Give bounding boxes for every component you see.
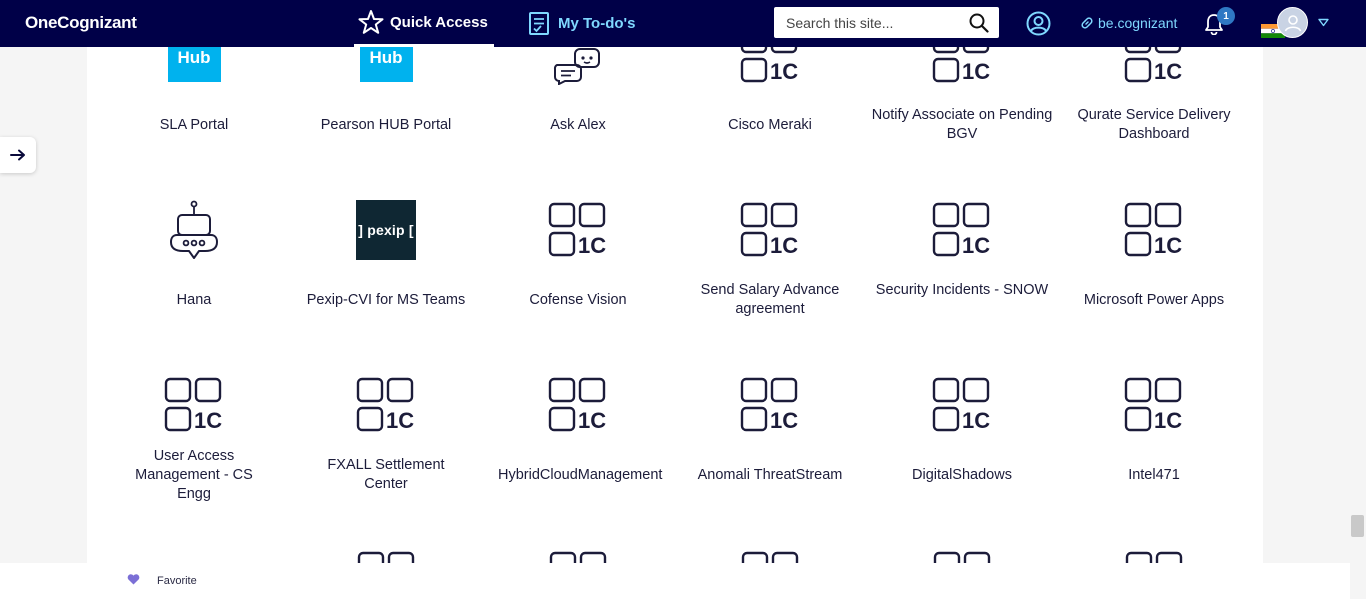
grid-icon-text: 1C: [962, 233, 990, 258]
favorite-label[interactable]: Favorite: [157, 575, 197, 587]
grid-icon-text: 1C: [1154, 408, 1182, 433]
vertical-scrollbar[interactable]: [1350, 47, 1366, 563]
grid-icon-text: 1C: [962, 59, 990, 84]
grid-icon-text: 1C: [1154, 233, 1182, 258]
app-grid-1c-icon: [1125, 551, 1183, 563]
grid-icon-text: 1C: [578, 408, 606, 433]
tile-label: DigitalShadows: [912, 467, 1012, 483]
hub-logo: Hub: [167, 42, 221, 82]
footer-bar: [0, 563, 1350, 599]
tab-my-todos-label: My To-do's: [558, 15, 636, 32]
grid-icon-text: 1C: [770, 233, 798, 258]
app-grid-1c-icon: [549, 551, 607, 563]
app-grid-1c-icon: 1C: [164, 377, 222, 433]
tile-label: Microsoft Power Apps: [1083, 292, 1225, 308]
tile-label: Notify Associate on Pending BGV: [871, 107, 1053, 142]
grid-icon-text: 1C: [578, 233, 606, 258]
app-grid-1c-icon: 1C: [356, 377, 414, 433]
tile-label: HybridCloudManagement: [498, 467, 663, 483]
tile-label: FXALL Settlement Center: [327, 457, 445, 492]
expand-sidebar-button[interactable]: [0, 137, 36, 173]
hub-logo: Hub: [359, 42, 413, 82]
checklist-icon: [529, 12, 549, 35]
tab-quick-access-label: Quick Access: [390, 13, 488, 31]
scrollbar-thumb[interactable]: [1351, 515, 1364, 537]
app-grid-1c-icon: 1C: [932, 377, 990, 433]
app-grid-1c-icon: 1C: [740, 202, 798, 258]
tile-label: Send Salary Advance agreement: [700, 282, 840, 317]
app-grid-1c-icon: [933, 551, 991, 563]
grid-icon-text: 1C: [770, 59, 798, 84]
app-grid-1c-icon: [357, 551, 415, 563]
top-navigation-bar: OneCognizant Quick Access My To-do's be.: [0, 0, 1366, 47]
tile-label: User Access Management - CS Engg: [135, 448, 253, 502]
tile-label: Pearson HUB Portal: [320, 117, 452, 133]
tile-label: Cisco Meraki: [728, 117, 812, 133]
tile-label: Ask Alex: [550, 117, 606, 133]
search-input[interactable]: [786, 14, 969, 31]
search-icon[interactable]: [969, 13, 989, 33]
tab-quick-access[interactable]: Quick Access: [354, 0, 494, 47]
quick-access-panel: Hub SLA Portal Hub Pearson HUB Portal As…: [87, 0, 1263, 563]
tile-label: Security Incidents - SNOW: [875, 282, 1049, 298]
notification-count-badge: 1: [1217, 7, 1235, 25]
user-avatar[interactable]: [1277, 7, 1308, 38]
tile-label: Qurate Service Delivery Dashboard: [1077, 107, 1231, 142]
be-cognizant-label: be.cognizant: [1098, 15, 1178, 31]
tile-label: Cofense Vision: [529, 292, 627, 308]
tile-label: Pexip-CVI for MS Teams: [306, 292, 466, 308]
tile-label: Hana: [176, 292, 212, 308]
app-grid-1c-icon: 1C: [1124, 377, 1182, 433]
app-grid-1c-icon: [741, 551, 799, 563]
tab-my-todos[interactable]: My To-do's: [528, 0, 635, 47]
star-icon: [358, 10, 384, 34]
profile-search-icon[interactable]: [1026, 11, 1051, 36]
chatbot-icon: [553, 48, 600, 85]
grid-icon-text: 1C: [194, 408, 222, 433]
app-grid-1c-icon: 1C: [1124, 202, 1182, 258]
heart-icon[interactable]: [127, 574, 140, 585]
brand-logo[interactable]: OneCognizant: [25, 13, 137, 33]
tile-label: SLA Portal: [159, 117, 229, 133]
grid-icon-text: 1C: [386, 408, 414, 433]
grid-icon-text: 1C: [770, 408, 798, 433]
app-grid-1c-icon: 1C: [548, 377, 606, 433]
app-grid-1c-icon: 1C: [548, 202, 606, 258]
grid-icon-text: 1C: [962, 408, 990, 433]
tile-label: Anomali ThreatStream: [697, 467, 843, 483]
be-cognizant-link[interactable]: be.cognizant: [1080, 15, 1177, 31]
app-grid-1c-icon: 1C: [932, 202, 990, 258]
arrow-right-icon: [10, 149, 25, 161]
tile-label: Intel471: [1128, 467, 1180, 483]
site-search-box: [774, 7, 999, 38]
grid-icon-text: 1C: [1154, 59, 1182, 84]
chevron-down-icon[interactable]: [1318, 18, 1329, 27]
robot-icon: [170, 200, 218, 259]
app-grid-1c-icon: 1C: [740, 377, 798, 433]
person-icon: [1284, 14, 1301, 31]
link-icon: [1081, 17, 1093, 29]
pexip-logo: ] pexip [: [356, 200, 416, 260]
